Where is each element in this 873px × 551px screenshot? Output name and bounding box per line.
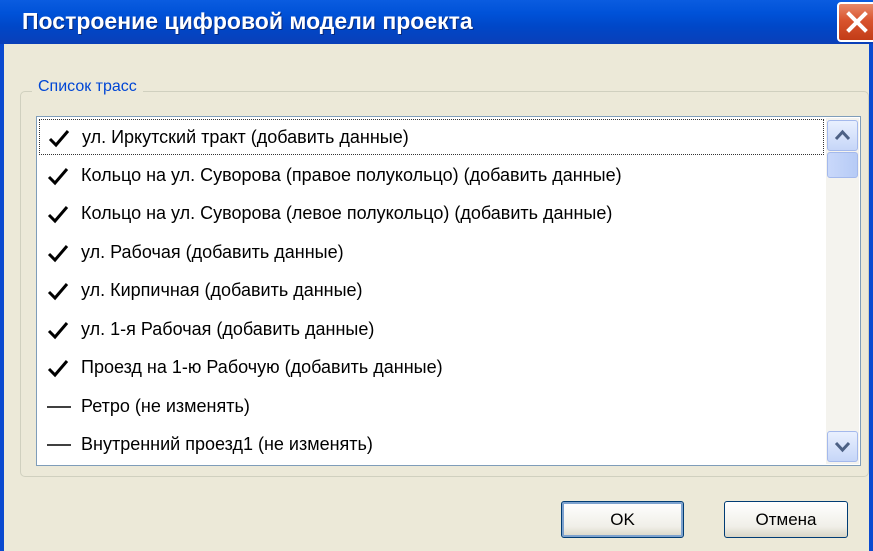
dialog-window: Построение цифровой модели проекта Списо… [0,0,873,551]
list-item-label: ул. Иркутский тракт (добавить данные) [82,127,409,147]
vertical-scrollbar[interactable] [826,118,859,464]
dash-icon [47,405,71,408]
dash-icon [47,444,71,446]
list-item-label: Кольцо на ул. Суворова (левое полукольцо… [81,203,613,223]
list-item-label: ул. Кирпичная (добавить данные) [81,280,363,300]
checkmark-icon [47,244,69,262]
list-item[interactable]: ул. Кирпичная (добавить данные) [39,273,824,309]
checkmark-icon [48,130,70,148]
checkmark-icon [47,283,69,301]
window-frame-left [0,44,4,551]
ok-button[interactable]: OK [561,501,684,538]
scroll-up-button[interactable] [827,120,858,151]
list-item[interactable]: Внутренний проезд1 (не изменять) [39,427,824,463]
route-listbox[interactable]: ул. Иркутский тракт (добавить данные) Кол… [36,116,861,466]
close-button[interactable] [837,2,873,42]
list-item-label: Кольцо на ул. Суворова (правое полукольц… [81,164,622,185]
list-item-label: ул. 1-я Рабочая (добавить данные) [81,318,375,339]
close-icon [846,11,868,33]
list-item-label: Внутренний проезд1 (не изменять) [81,434,373,454]
chevron-up-icon [834,129,851,141]
scroll-down-button[interactable] [827,431,858,462]
scroll-thumb[interactable] [827,152,858,178]
list-item[interactable]: ул. Рабочая (добавить данные) [39,235,824,271]
list-item-label: Ретро (не изменять) [81,395,250,416]
list-item[interactable]: Кольцо на ул. Суворова (левое полукольцо… [39,196,824,232]
checkmark-icon [47,206,69,224]
checkmark-icon [47,167,69,185]
checkmark-icon [47,360,69,378]
window-title: Построение цифровой модели проекта [22,8,473,34]
list-item-label: Проезд на 1-ю Рабочую (добавить данные) [81,357,443,377]
window-frame-right [869,44,873,551]
list-item[interactable]: Кольцо на ул. Суворова (правое полукольц… [39,158,824,194]
chevron-down-icon [834,441,851,453]
checkmark-icon [47,321,69,339]
list-item[interactable]: Проезд на 1-ю Рабочую (добавить данные) [39,350,824,386]
list-item[interactable]: Ретро (не изменять) [39,389,824,425]
cancel-button[interactable]: Отмена [724,501,848,538]
list-item[interactable]: ул. Иркутский тракт (добавить данные) [39,119,824,155]
group-label: Список трасс [32,78,143,96]
title-bar[interactable]: Построение цифровой модели проекта [0,0,873,44]
list-item-label: ул. Рабочая (добавить данные) [81,241,344,262]
list-item[interactable]: ул. 1-я Рабочая (добавить данные) [39,312,824,348]
